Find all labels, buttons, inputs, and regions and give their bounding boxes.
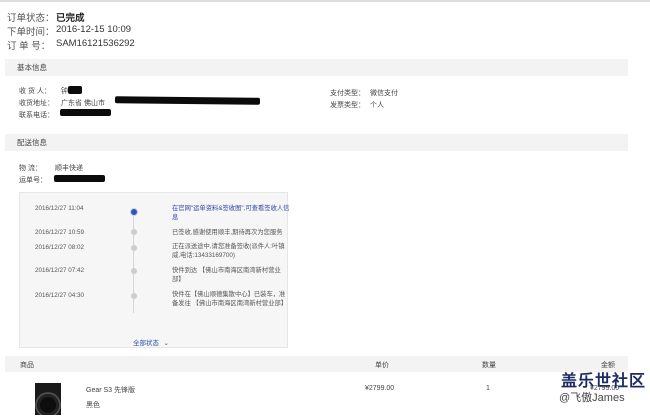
order-number-value: SAM16121536292 — [56, 38, 135, 49]
timeline-dot-icon — [130, 268, 137, 274]
timeline-text: 已签收,感谢使用顺丰,期待再次为您服务 — [172, 229, 283, 236]
timeline-dot-icon — [130, 245, 137, 251]
redaction-mark — [54, 175, 105, 182]
phone-label: 联系电话： — [19, 112, 54, 119]
col-quantity: 数量 — [482, 362, 496, 369]
order-time-label: 下单时间： — [7, 27, 55, 38]
basic-info-header: 基本信息 — [5, 59, 628, 76]
waybill-label: 运单号： — [19, 177, 47, 184]
redaction-mark — [114, 96, 261, 105]
invoice-type-value: 个人 — [370, 102, 384, 109]
timeline-time: 2016/12/27 08:02 — [35, 244, 85, 251]
address-label: 收货地址： — [19, 100, 54, 107]
col-product: 商品 — [20, 362, 34, 369]
timeline-dot-icon — [130, 293, 137, 299]
timeline-time: 2016/12/27 11:04 — [35, 205, 84, 212]
order-number-label: 订 单 号： — [7, 41, 51, 52]
top-divider — [0, 0, 650, 2]
product-quantity: 1 — [486, 385, 490, 392]
receiver-label: 收 货 人： — [19, 88, 51, 95]
timeline-text: 正在派送途中,请您准备签收(派件人:叶镇威,电话:13433169700) — [172, 243, 285, 259]
product-color: 黑色 — [86, 402, 100, 409]
col-price: 单价 — [375, 362, 389, 369]
timeline-time: 2016/12/27 04:30 — [35, 292, 85, 299]
timeline-dot-icon — [130, 229, 137, 235]
smartwatch-icon — [35, 383, 61, 418]
timeline-time: 2016/12/27 10:59 — [35, 229, 85, 236]
pay-type-label: 支付类型： — [330, 90, 365, 97]
timeline-text: 在官网"运单资料&签收图",可查看签收人信息 — [172, 205, 290, 221]
product-table-header: 商品 单价 数量 金额 — [5, 356, 628, 372]
timeline-text: 快件在【佛山顺德集散中心】已装车，准备发往 【佛山市南海区南湾新村营业部】 — [172, 291, 288, 307]
order-status-label: 订单状态： — [7, 13, 55, 24]
order-time-value: 2016-12-15 10:09 — [56, 24, 132, 35]
watermark-author-text: @飞傲James — [559, 392, 625, 404]
redaction-mark — [68, 86, 82, 94]
basic-info-title: 基本信息 — [17, 63, 47, 72]
show-all-status-label: 全部状态 — [133, 340, 159, 347]
redaction-mark — [60, 109, 111, 116]
product-image[interactable] — [21, 383, 75, 418]
pay-type-value: 微信支付 — [370, 90, 398, 97]
watermark-logo-text: 盖乐世社区 — [561, 373, 647, 390]
delivery-info-title: 配送信息 — [17, 138, 47, 147]
address-value: 广东省 佛山市 — [61, 100, 105, 107]
logistics-label: 物 流： — [19, 165, 42, 172]
chevron-down-icon: ⌄ — [163, 340, 169, 347]
timeline-current-dot-icon — [129, 207, 138, 216]
product-price: ¥2799.00 — [365, 385, 395, 392]
timeline-time: 2016/12/27 07:42 — [35, 267, 85, 274]
receiver-value: 钟 — [61, 88, 68, 95]
show-all-status-toggle[interactable]: 全部状态 ⌄ — [133, 332, 169, 350]
product-name[interactable]: Gear S3 先锋版 — [86, 385, 135, 395]
logistics-value: 顺丰快递 — [55, 165, 83, 172]
invoice-type-label: 发票类型： — [330, 102, 365, 109]
delivery-info-header: 配送信息 — [5, 134, 628, 151]
order-status-value: 已完成 — [56, 13, 85, 24]
timeline-text: 快件到达 【佛山市南海区南湾新村营业部】 — [172, 267, 281, 283]
